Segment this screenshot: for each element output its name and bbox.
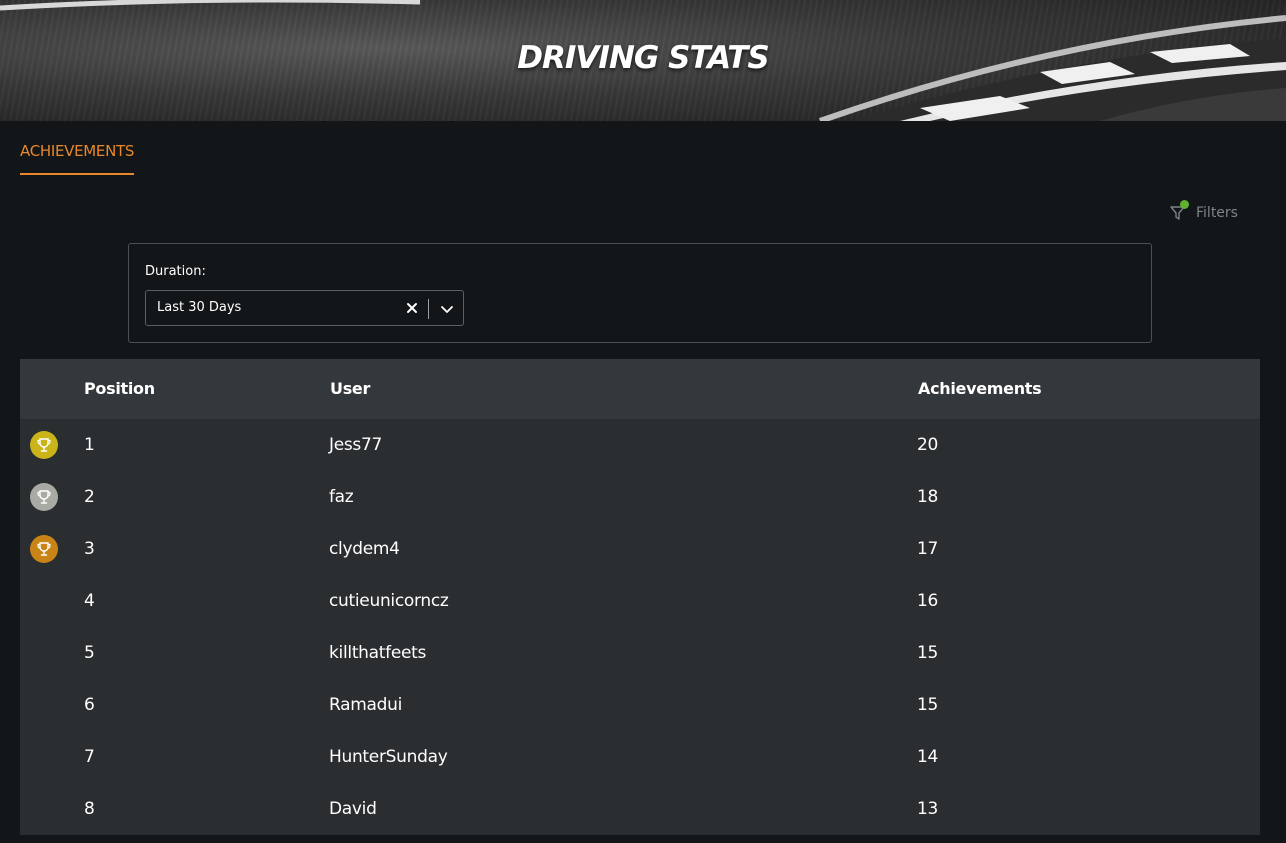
cell-achievements: 14 <box>917 747 939 767</box>
filters-button[interactable]: Filters <box>1168 200 1238 225</box>
cell-achievements: 15 <box>917 643 939 663</box>
table-header: Position User Achievements <box>20 359 1260 419</box>
filter-panel: Duration: Last 30 Days <box>128 243 1152 343</box>
cell-achievements: 16 <box>917 591 939 611</box>
table-row[interactable]: 1 Jess77 20 <box>20 419 1260 471</box>
table-row[interactable]: 7 HunterSunday 14 <box>20 731 1260 783</box>
cell-position: 8 <box>84 799 95 819</box>
header-banner: DRIVING STATS <box>0 0 1286 121</box>
column-header-achievements[interactable]: Achievements <box>918 379 1042 398</box>
cell-user[interactable]: cutieunicorncz <box>329 591 449 611</box>
cell-position: 6 <box>84 695 95 715</box>
table-row[interactable]: 6 Ramadui 15 <box>20 679 1260 731</box>
trophy-silver-icon <box>30 483 58 511</box>
cell-user[interactable]: Ramadui <box>329 695 402 715</box>
cell-position: 7 <box>84 747 95 767</box>
cell-achievements: 20 <box>917 435 939 455</box>
leaderboard-table: Position User Achievements 1 Jess77 20 2 faz… <box>20 359 1260 835</box>
table-row[interactable]: 3 clydem4 17 <box>20 523 1260 575</box>
cell-user[interactable]: Jess77 <box>329 435 382 455</box>
filter-icon <box>1168 200 1190 224</box>
select-separator <box>428 299 429 319</box>
table-row[interactable]: 2 faz 18 <box>20 471 1260 523</box>
column-header-position[interactable]: Position <box>84 379 155 398</box>
chevron-down-icon[interactable] <box>438 300 456 318</box>
cell-position: 2 <box>84 487 95 507</box>
duration-select-value: Last 30 Days <box>157 300 242 315</box>
trophy-bronze-icon <box>30 535 58 563</box>
table-row[interactable]: 5 killthatfeets 15 <box>20 627 1260 679</box>
cell-achievements: 18 <box>917 487 939 507</box>
cell-user[interactable]: HunterSunday <box>329 747 448 767</box>
tab-achievements[interactable]: ACHIEVEMENTS <box>20 141 134 175</box>
filters-label: Filters <box>1196 205 1238 221</box>
duration-label: Duration: <box>145 264 206 279</box>
cell-achievements: 13 <box>917 799 939 819</box>
cell-achievements: 15 <box>917 695 939 715</box>
cell-position: 4 <box>84 591 95 611</box>
cell-position: 5 <box>84 643 95 663</box>
duration-select[interactable]: Last 30 Days <box>145 290 464 326</box>
table-row[interactable]: 8 David 13 <box>20 783 1260 835</box>
table-body: 1 Jess77 20 2 faz 18 3 clydem4 17 4 cutieunicorncz… <box>20 419 1260 835</box>
trophy-gold-icon <box>30 431 58 459</box>
cell-user[interactable]: killthatfeets <box>329 643 426 663</box>
column-header-user[interactable]: User <box>330 379 370 398</box>
page-title: DRIVING STATS <box>517 40 769 76</box>
cell-user[interactable]: faz <box>329 487 354 507</box>
close-icon[interactable] <box>402 297 422 319</box>
cell-position: 3 <box>84 539 95 559</box>
cell-position: 1 <box>84 435 95 455</box>
cell-achievements: 17 <box>917 539 939 559</box>
cell-user[interactable]: David <box>329 799 377 819</box>
filter-active-indicator <box>1180 200 1189 209</box>
cell-user[interactable]: clydem4 <box>329 539 400 559</box>
table-row[interactable]: 4 cutieunicorncz 16 <box>20 575 1260 627</box>
